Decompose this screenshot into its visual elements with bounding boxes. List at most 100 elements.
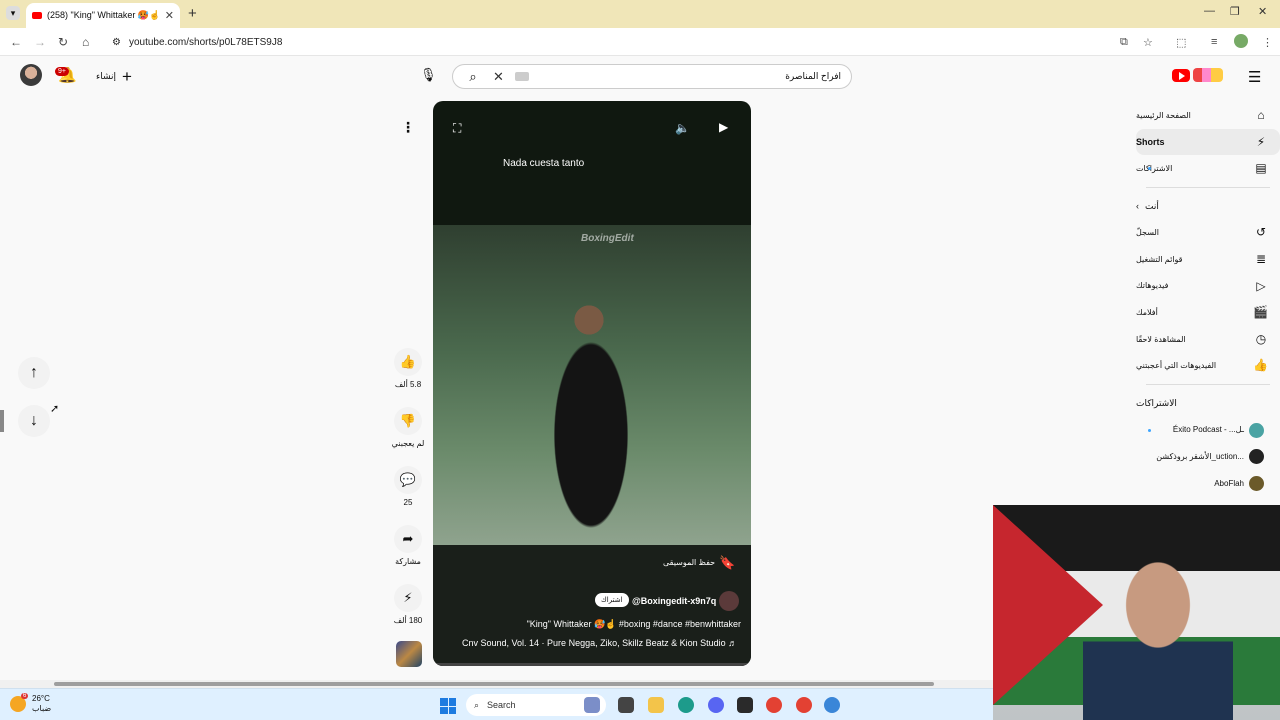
weather-condition: ضباب <box>32 704 52 713</box>
new-tab-button[interactable]: + <box>188 5 197 22</box>
close-window-icon[interactable]: ✕ <box>1258 5 1267 18</box>
app-icon[interactable] <box>824 697 840 713</box>
reading-list-icon[interactable]: ≡ <box>1211 36 1217 48</box>
chrome-icon[interactable] <box>766 697 782 713</box>
next-short-button[interactable]: ↓ <box>18 405 50 437</box>
site-info-icon[interactable]: ⚙ <box>112 37 121 48</box>
discord-icon[interactable] <box>708 697 724 713</box>
video-title[interactable]: "King" Whittaker 🥵☝️ #boxing #dance #ben… <box>433 619 741 630</box>
install-app-icon[interactable]: ⧉ <box>1120 36 1128 49</box>
fullscreen-icon[interactable]: ⛶ <box>453 121 461 136</box>
remix-action[interactable]: ⚡ 180 ألف <box>390 584 426 625</box>
horizontal-scrollbar[interactable] <box>0 680 993 688</box>
share-action[interactable]: ➦ مشاركة <box>390 525 426 566</box>
chrome-profile-icon[interactable] <box>796 697 812 713</box>
guide-menu-icon[interactable]: ☰ <box>1248 68 1261 86</box>
forward-icon[interactable]: → <box>34 35 46 49</box>
youtube-logo[interactable] <box>1172 68 1223 82</box>
sidebar-item-home[interactable]: ⌂ الصفحة الرئيسية <box>1136 102 1280 129</box>
section-heading: أنت <box>1145 200 1159 211</box>
streamer-figure <box>1083 545 1233 720</box>
account-avatar[interactable] <box>20 64 42 86</box>
sidebar-item-watch-later[interactable]: ◷ المشاهدة لاحقًا <box>1136 326 1280 353</box>
dislike-action[interactable]: 👎 لم يعجبني <box>390 407 426 448</box>
back-icon[interactable]: ← <box>10 35 22 49</box>
create-button[interactable]: إنشاء + <box>88 64 140 88</box>
search-input[interactable]: افراح المناصرة <box>529 71 851 82</box>
sidebar-channel[interactable]: AboFlah <box>1136 470 1280 497</box>
divider <box>1146 186 1270 188</box>
task-view-icon[interactable] <box>618 697 634 713</box>
save-music-label[interactable]: حفظ الموسيقى <box>663 558 715 567</box>
keyboard-icon[interactable] <box>515 72 529 81</box>
sidebar-item-label: الصفحة الرئيسية <box>1136 110 1191 120</box>
weather-widget[interactable]: 26°C ضباب <box>32 694 51 714</box>
channel-avatar <box>1249 475 1264 491</box>
file-explorer-icon[interactable] <box>648 697 664 713</box>
channel-handle[interactable]: @Boxingedit-x9n7q <box>632 596 716 606</box>
video-progress-bar[interactable] <box>433 663 751 666</box>
like-icon[interactable]: 👍 <box>394 348 422 376</box>
youtube-favicon-icon <box>32 12 42 19</box>
sidebar-item-your-videos[interactable]: ▷ فيديوهاتك <box>1136 273 1280 300</box>
clear-search-icon[interactable]: ✕ <box>493 69 509 85</box>
shorts-video-player[interactable]: ⛶ 🔈 ▶ Nada cuesta tanto BoxingEdit حفظ ا… <box>433 101 751 666</box>
comments-action[interactable]: 💬 25 <box>390 466 426 507</box>
dislike-icon[interactable]: 👎 <box>394 407 422 435</box>
share-icon[interactable]: ➦ <box>394 525 422 553</box>
remix-count: 180 ألف <box>393 616 423 625</box>
subscribe-button[interactable]: اشتراك <box>595 593 629 607</box>
notification-count-badge: 9+ <box>55 67 69 76</box>
maximize-icon[interactable]: ❐ <box>1230 5 1240 18</box>
edge-browser-icon[interactable] <box>678 697 694 713</box>
sidebar-item-subscriptions[interactable]: ▤ الاشتراكات <box>1136 155 1280 182</box>
browser-menu-icon[interactable]: ⋮ <box>1262 36 1273 49</box>
taskbar-search-label: Search <box>487 700 516 710</box>
tab-close-icon[interactable]: ✕ <box>165 9 174 22</box>
sidebar-item-label: المشاهدة لاحقًا <box>1136 334 1186 344</box>
browser-profile-avatar[interactable] <box>1234 34 1248 48</box>
url-text[interactable]: youtube.com/shorts/p0L78ETS9J8 <box>129 37 282 48</box>
home-icon[interactable]: ⌂ <box>82 35 89 49</box>
bookmark-star-icon[interactable]: ☆ <box>1143 36 1153 49</box>
sidebar-item-playlists[interactable]: ≣ قوائم التشغيل <box>1136 246 1280 273</box>
sidebar-item-history[interactable]: ↺ السجلّ <box>1136 219 1280 246</box>
sidebar-section-you[interactable]: أنت › <box>1136 193 1280 220</box>
browser-tab-strip: ▾ (258) "King" Whittaker 🥵☝️ #... ✕ + — … <box>0 0 1280 28</box>
search-icon[interactable]: ⌕ <box>453 69 493 85</box>
play-icon[interactable]: ▶ <box>719 120 728 134</box>
sidebar-item-shorts[interactable]: ⚡ Shorts <box>1136 128 1280 156</box>
voice-search-mic-icon[interactable]: 🎙 <box>420 67 437 83</box>
sidebar-item-liked-videos[interactable]: 👍 الفيديوهات التي أعجبتني <box>1136 352 1280 379</box>
remix-icon[interactable]: ⚡ <box>394 584 422 612</box>
sidebar-channel[interactable]: الأشقر بروذكشن_uction... <box>1136 443 1280 470</box>
sidebar-item-label: السجلّ <box>1136 228 1160 238</box>
sidebar-item-your-movies[interactable]: 🎬 أفلامك <box>1136 299 1280 326</box>
channel-avatar[interactable] <box>719 591 739 611</box>
windows-start-icon[interactable] <box>440 698 456 714</box>
address-bar[interactable]: ⚙ youtube.com/shorts/p0L78ETS9J8 <box>104 32 1164 52</box>
app-icon[interactable] <box>737 697 753 713</box>
like-count: 5.8 ألف <box>394 380 422 389</box>
reload-icon[interactable]: ↻ <box>58 35 68 49</box>
minimize-icon[interactable]: — <box>1204 5 1215 17</box>
more-options-icon[interactable]: ⋮ <box>396 115 420 139</box>
search-box[interactable]: ⌕ ✕ افراح المناصرة <box>452 64 852 89</box>
extensions-icon[interactable]: ⬚ <box>1176 36 1186 49</box>
music-credit[interactable]: Cnv Sound, Vol. 14 · Pure Negga, Ziko, S… <box>462 638 737 648</box>
comment-icon[interactable]: 💬 <box>394 466 422 494</box>
bookmark-icon[interactable]: 🔖 <box>719 555 735 571</box>
youtube-play-icon <box>1172 68 1190 82</box>
sound-thumbnail[interactable] <box>396 641 422 667</box>
new-content-dot <box>1148 428 1151 432</box>
volume-icon[interactable]: 🔈 <box>675 121 690 135</box>
taskbar-app-icon[interactable] <box>584 697 600 713</box>
weather-badge: 6 <box>21 693 29 699</box>
sidebar-item-label: قوائم التشغيل <box>1136 254 1183 264</box>
browser-tab-active[interactable]: (258) "King" Whittaker 🥵☝️ #... ✕ <box>26 3 180 28</box>
sidebar-channel[interactable]: Éxito Podcast - ...ـل <box>1136 417 1280 444</box>
like-action[interactable]: 👍 5.8 ألف <box>390 348 426 389</box>
scrollbar-thumb[interactable] <box>54 682 934 686</box>
tab-search-icon[interactable]: ▾ <box>6 6 20 20</box>
previous-short-button[interactable]: ↑ <box>18 357 50 389</box>
